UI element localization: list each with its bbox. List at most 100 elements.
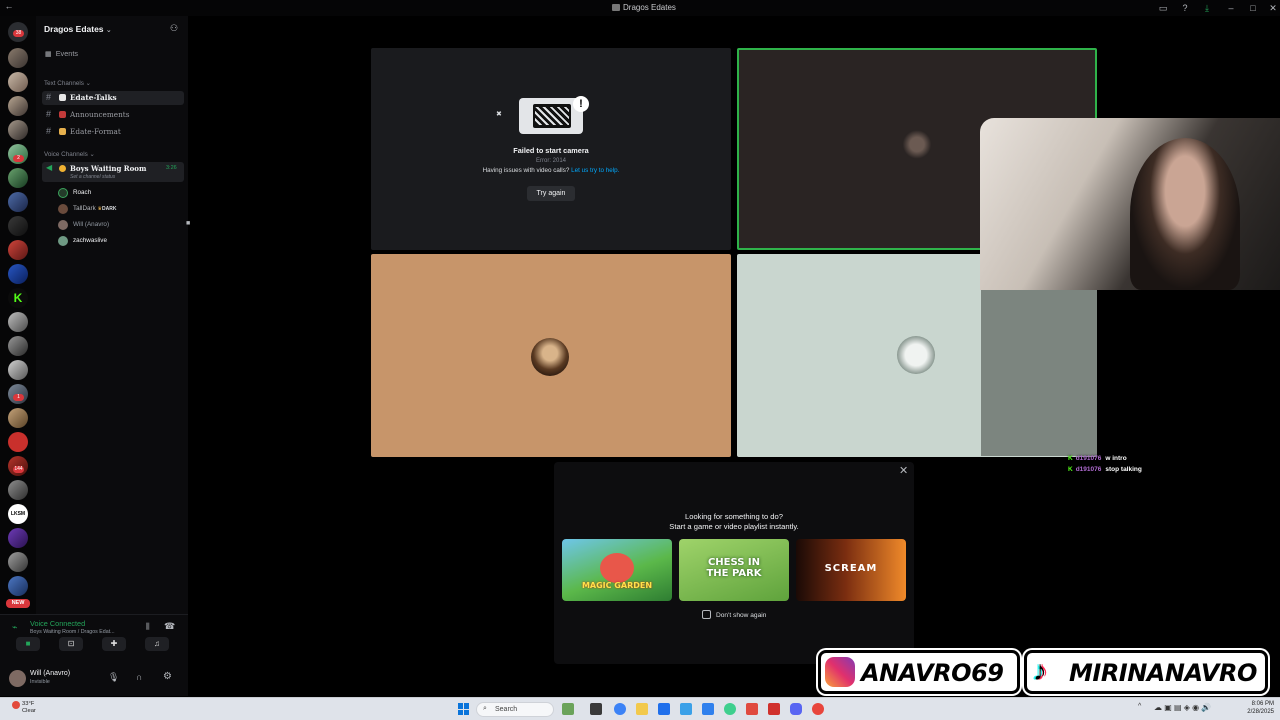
server-icon[interactable]	[8, 360, 28, 380]
channel-status[interactable]: Set a channel status	[70, 174, 115, 180]
headphones-icon[interactable]: ∩	[136, 672, 142, 682]
voice-user-talldark[interactable]: TallDark ♛DARK	[58, 203, 178, 215]
taskbar-app-icon[interactable]	[746, 703, 758, 715]
server-icon[interactable]	[8, 480, 28, 500]
server-icon[interactable]	[8, 216, 28, 236]
server-icon[interactable]	[8, 192, 28, 212]
server-icon[interactable]	[8, 48, 28, 68]
task-view-icon[interactable]	[590, 703, 602, 715]
server-icon[interactable]	[8, 168, 28, 188]
close-icon[interactable]: ✕	[899, 464, 908, 477]
chrome-icon[interactable]	[614, 703, 626, 715]
activity-card-magic-garden[interactable]: MAGIC GARDEN	[562, 539, 672, 601]
voice-status[interactable]: Voice Connected	[30, 619, 85, 628]
windows-taskbar: 33°F Clear ⌕ Search ^ ☁ ▣ ▤ ◈ ◉ 🔊 8:06 PM 2…	[0, 697, 1280, 720]
voice-location[interactable]: Boys Waiting Room / Dragos Edat...	[30, 629, 115, 635]
taskbar-app-icon[interactable]	[724, 703, 736, 715]
hash-icon: #	[46, 126, 52, 136]
try-again-button[interactable]: Try again	[527, 186, 575, 201]
search-icon: ⌕	[483, 705, 487, 712]
server-rail: 38 2 K 1 144 LKSM NEW	[0, 16, 36, 696]
tray-icons[interactable]: ☁ ▣ ▤ ◈ ◉ 🔊	[1154, 703, 1211, 712]
screen-share-button[interactable]: ⊡	[59, 637, 83, 651]
inbox-icon[interactable]: ▭	[1158, 3, 1168, 13]
emoji-icon	[59, 165, 66, 172]
voice-user-roach[interactable]: Roach	[58, 187, 178, 199]
voice-channel-boys-waiting-room[interactable]: ◀ Boys Waiting Room Set a channel status…	[42, 162, 184, 182]
obs-icon[interactable]	[812, 703, 824, 715]
back-arrow-icon[interactable]: ←	[4, 1, 14, 11]
discord-icon[interactable]	[790, 703, 802, 715]
kick-server-icon[interactable]: K	[8, 288, 28, 308]
help-link[interactable]: Let us try to help.	[571, 167, 619, 174]
taskbar-search[interactable]: ⌕ Search	[476, 702, 554, 717]
events-item[interactable]: ▦ Events	[45, 49, 78, 58]
camera-error-code: Error: 2014	[535, 158, 566, 164]
chat-text: stop talking	[1105, 466, 1142, 473]
text-channels-category[interactable]: Text Channels ⌄	[44, 80, 91, 87]
activity-card-title: CHESS IN THE PARK	[706, 557, 762, 579]
windows-start-icon[interactable]	[458, 703, 470, 715]
camera-button[interactable]: ■	[16, 637, 40, 651]
server-icon[interactable]	[8, 72, 28, 92]
channel-announcements[interactable]: # Announcements	[42, 108, 184, 122]
server-icon[interactable]	[8, 528, 28, 548]
minimize-icon[interactable]: –	[1226, 3, 1236, 13]
channel-edate-format[interactable]: # Edate-Format	[42, 125, 184, 139]
chevron-up-icon[interactable]: ^	[1138, 703, 1141, 710]
webcam-overlay-shadow	[981, 290, 1097, 456]
taskbar-app-icon[interactable]	[768, 703, 780, 715]
server-name-header[interactable]: Dragos Edates ⌄	[44, 24, 112, 34]
taskbar-app-icon[interactable]	[680, 703, 692, 715]
help-text: Having issues with video calls?	[482, 167, 570, 174]
file-explorer-icon[interactable]	[636, 703, 648, 715]
server-icon[interactable]	[8, 552, 28, 572]
activity-heading: Looking for something to do?	[685, 512, 783, 521]
channel-edate-talks[interactable]: # Edate-Talks	[42, 91, 184, 105]
video-tile-user[interactable]	[371, 254, 731, 457]
activity-card-scream[interactable]: SCREAM	[796, 539, 906, 601]
voice-user-zachwaslive[interactable]: zachwaslive	[58, 235, 178, 247]
disconnect-icon[interactable]: ☎	[164, 621, 175, 632]
server-icon[interactable]	[8, 408, 28, 428]
voice-connection-panel: ⌁ Voice Connected Boys Waiting Room / Dr…	[0, 614, 188, 664]
taskbar-app-icon[interactable]	[562, 703, 574, 715]
dont-show-again-checkbox[interactable]: Don't show again	[702, 610, 766, 619]
instagram-handle-banner: ANAVRO69	[818, 650, 1020, 694]
system-clock[interactable]: 8:06 PM 2/28/2025	[1238, 700, 1274, 716]
hash-icon: #	[46, 109, 52, 119]
chat-message: Kd191076 w intro	[1068, 455, 1127, 462]
server-icon[interactable]	[8, 96, 28, 116]
help-icon[interactable]: ?	[1180, 3, 1190, 13]
server-icon[interactable]	[8, 576, 28, 596]
server-icon[interactable]	[8, 120, 28, 140]
alert-icon: !	[573, 96, 589, 112]
activities-button[interactable]: ✚	[102, 637, 126, 651]
server-icon[interactable]	[8, 432, 28, 452]
settings-gear-icon[interactable]: ⚙	[163, 671, 172, 682]
server-icon[interactable]	[8, 336, 28, 356]
voice-channels-category[interactable]: Voice Channels ⌄	[44, 151, 95, 158]
server-icon[interactable]	[8, 240, 28, 260]
voice-user-will[interactable]: Will (Anavro) ■	[58, 219, 200, 231]
instagram-handle: ANAVRO69	[861, 659, 1004, 687]
edge-icon[interactable]	[702, 703, 714, 715]
microphone-icon[interactable]: 🎙	[108, 672, 119, 683]
video-tile-local[interactable]: ! ✖ Failed to start camera Error: 2014 H…	[371, 48, 731, 250]
weather-widget[interactable]: 33°F Clear	[22, 701, 36, 715]
taskbar-app-icon[interactable]	[658, 703, 670, 715]
server-icon[interactable]	[8, 312, 28, 332]
download-icon[interactable]: ⤓	[1202, 3, 1212, 13]
chevron-down-icon: ⌄	[105, 27, 112, 34]
soundboard-button[interactable]: ♫	[145, 637, 169, 651]
server-icon[interactable]	[8, 264, 28, 284]
avatar[interactable]	[9, 670, 26, 687]
close-window-icon[interactable]: ✕	[1268, 3, 1278, 13]
username[interactable]: Will (Anavro)	[30, 670, 70, 677]
maximize-icon[interactable]: □	[1248, 3, 1258, 13]
noise-suppression-icon[interactable]: ⫼	[146, 622, 150, 632]
invite-people-icon[interactable]: ⚇	[170, 23, 178, 34]
activity-card-chess-in-the-park[interactable]: CHESS IN THE PARK	[679, 539, 789, 601]
server-icon[interactable]: LKSM	[8, 504, 28, 524]
mention-badge: 144	[13, 466, 24, 473]
